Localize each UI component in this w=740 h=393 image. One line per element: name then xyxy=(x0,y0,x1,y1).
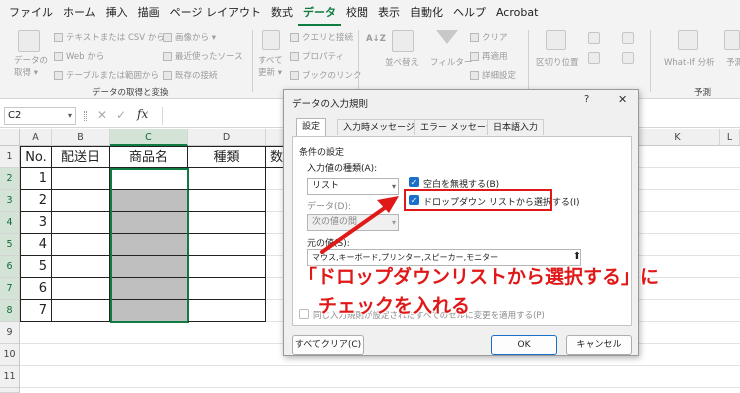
annotation-arrow xyxy=(320,196,399,254)
tab-settings[interactable]: 設定 xyxy=(296,118,327,136)
annotation-text-line1: 「ドロップダウンリストから選択する」に xyxy=(298,266,660,288)
annotation-text-line2: チェックを入れる xyxy=(318,295,471,317)
